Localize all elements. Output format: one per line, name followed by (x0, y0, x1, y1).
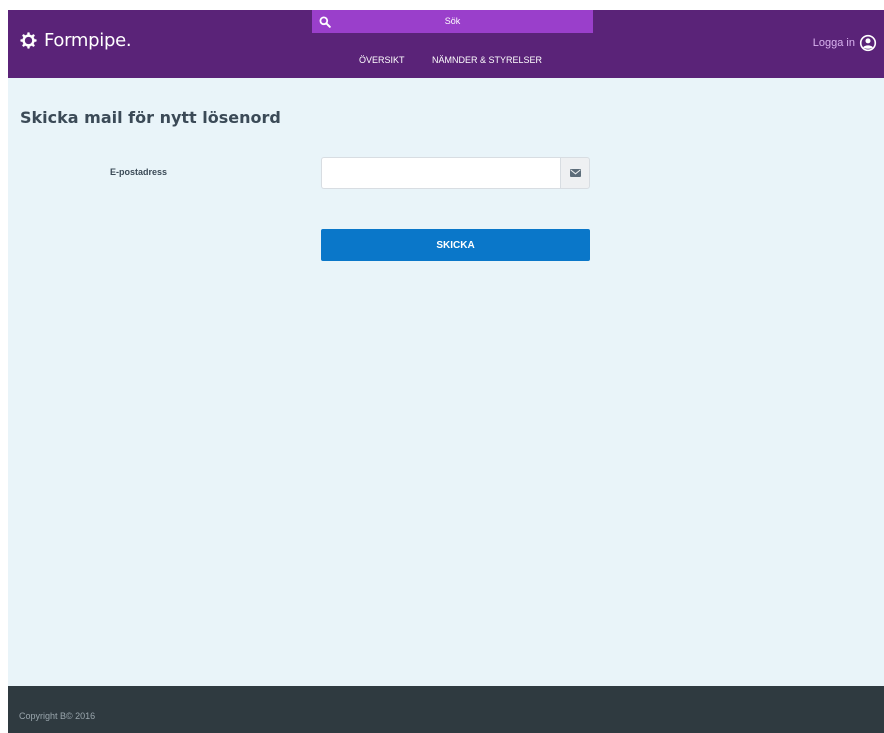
login-label: Logga in (812, 37, 855, 49)
header: Formpipe. Sök ÖVERSIKT NÄMNDER & STYRELS… (8, 10, 884, 78)
search-icon[interactable] (314, 10, 336, 33)
nav-item-namnder-styrelser[interactable]: NÄMNDER & STYRELSER (432, 55, 542, 65)
envelope-icon (569, 169, 581, 177)
search-bar[interactable]: Sök (312, 10, 593, 33)
copyright-text: Copyright B© 2016 (19, 711, 96, 721)
submit-button[interactable]: SKICKA (321, 229, 590, 261)
page-title: Skicka mail för nytt lösenord (20, 108, 281, 127)
gear-logo-icon (20, 32, 37, 49)
email-addon (560, 157, 590, 189)
user-circle-icon (859, 34, 877, 52)
email-field[interactable] (321, 157, 560, 189)
page-frame: Formpipe. Sök ÖVERSIKT NÄMNDER & STYRELS… (8, 10, 884, 733)
search-placeholder: Sök (444, 16, 461, 26)
email-input-group (321, 157, 590, 189)
logo[interactable]: Formpipe. (20, 30, 132, 51)
login-link[interactable]: Logga in (813, 34, 877, 52)
logo-text: Formpipe. (44, 30, 132, 51)
nav-item-oversikt[interactable]: ÖVERSIKT (359, 55, 405, 65)
footer: Copyright B© 2016 (8, 686, 884, 733)
email-label: E-postadress (110, 167, 168, 177)
